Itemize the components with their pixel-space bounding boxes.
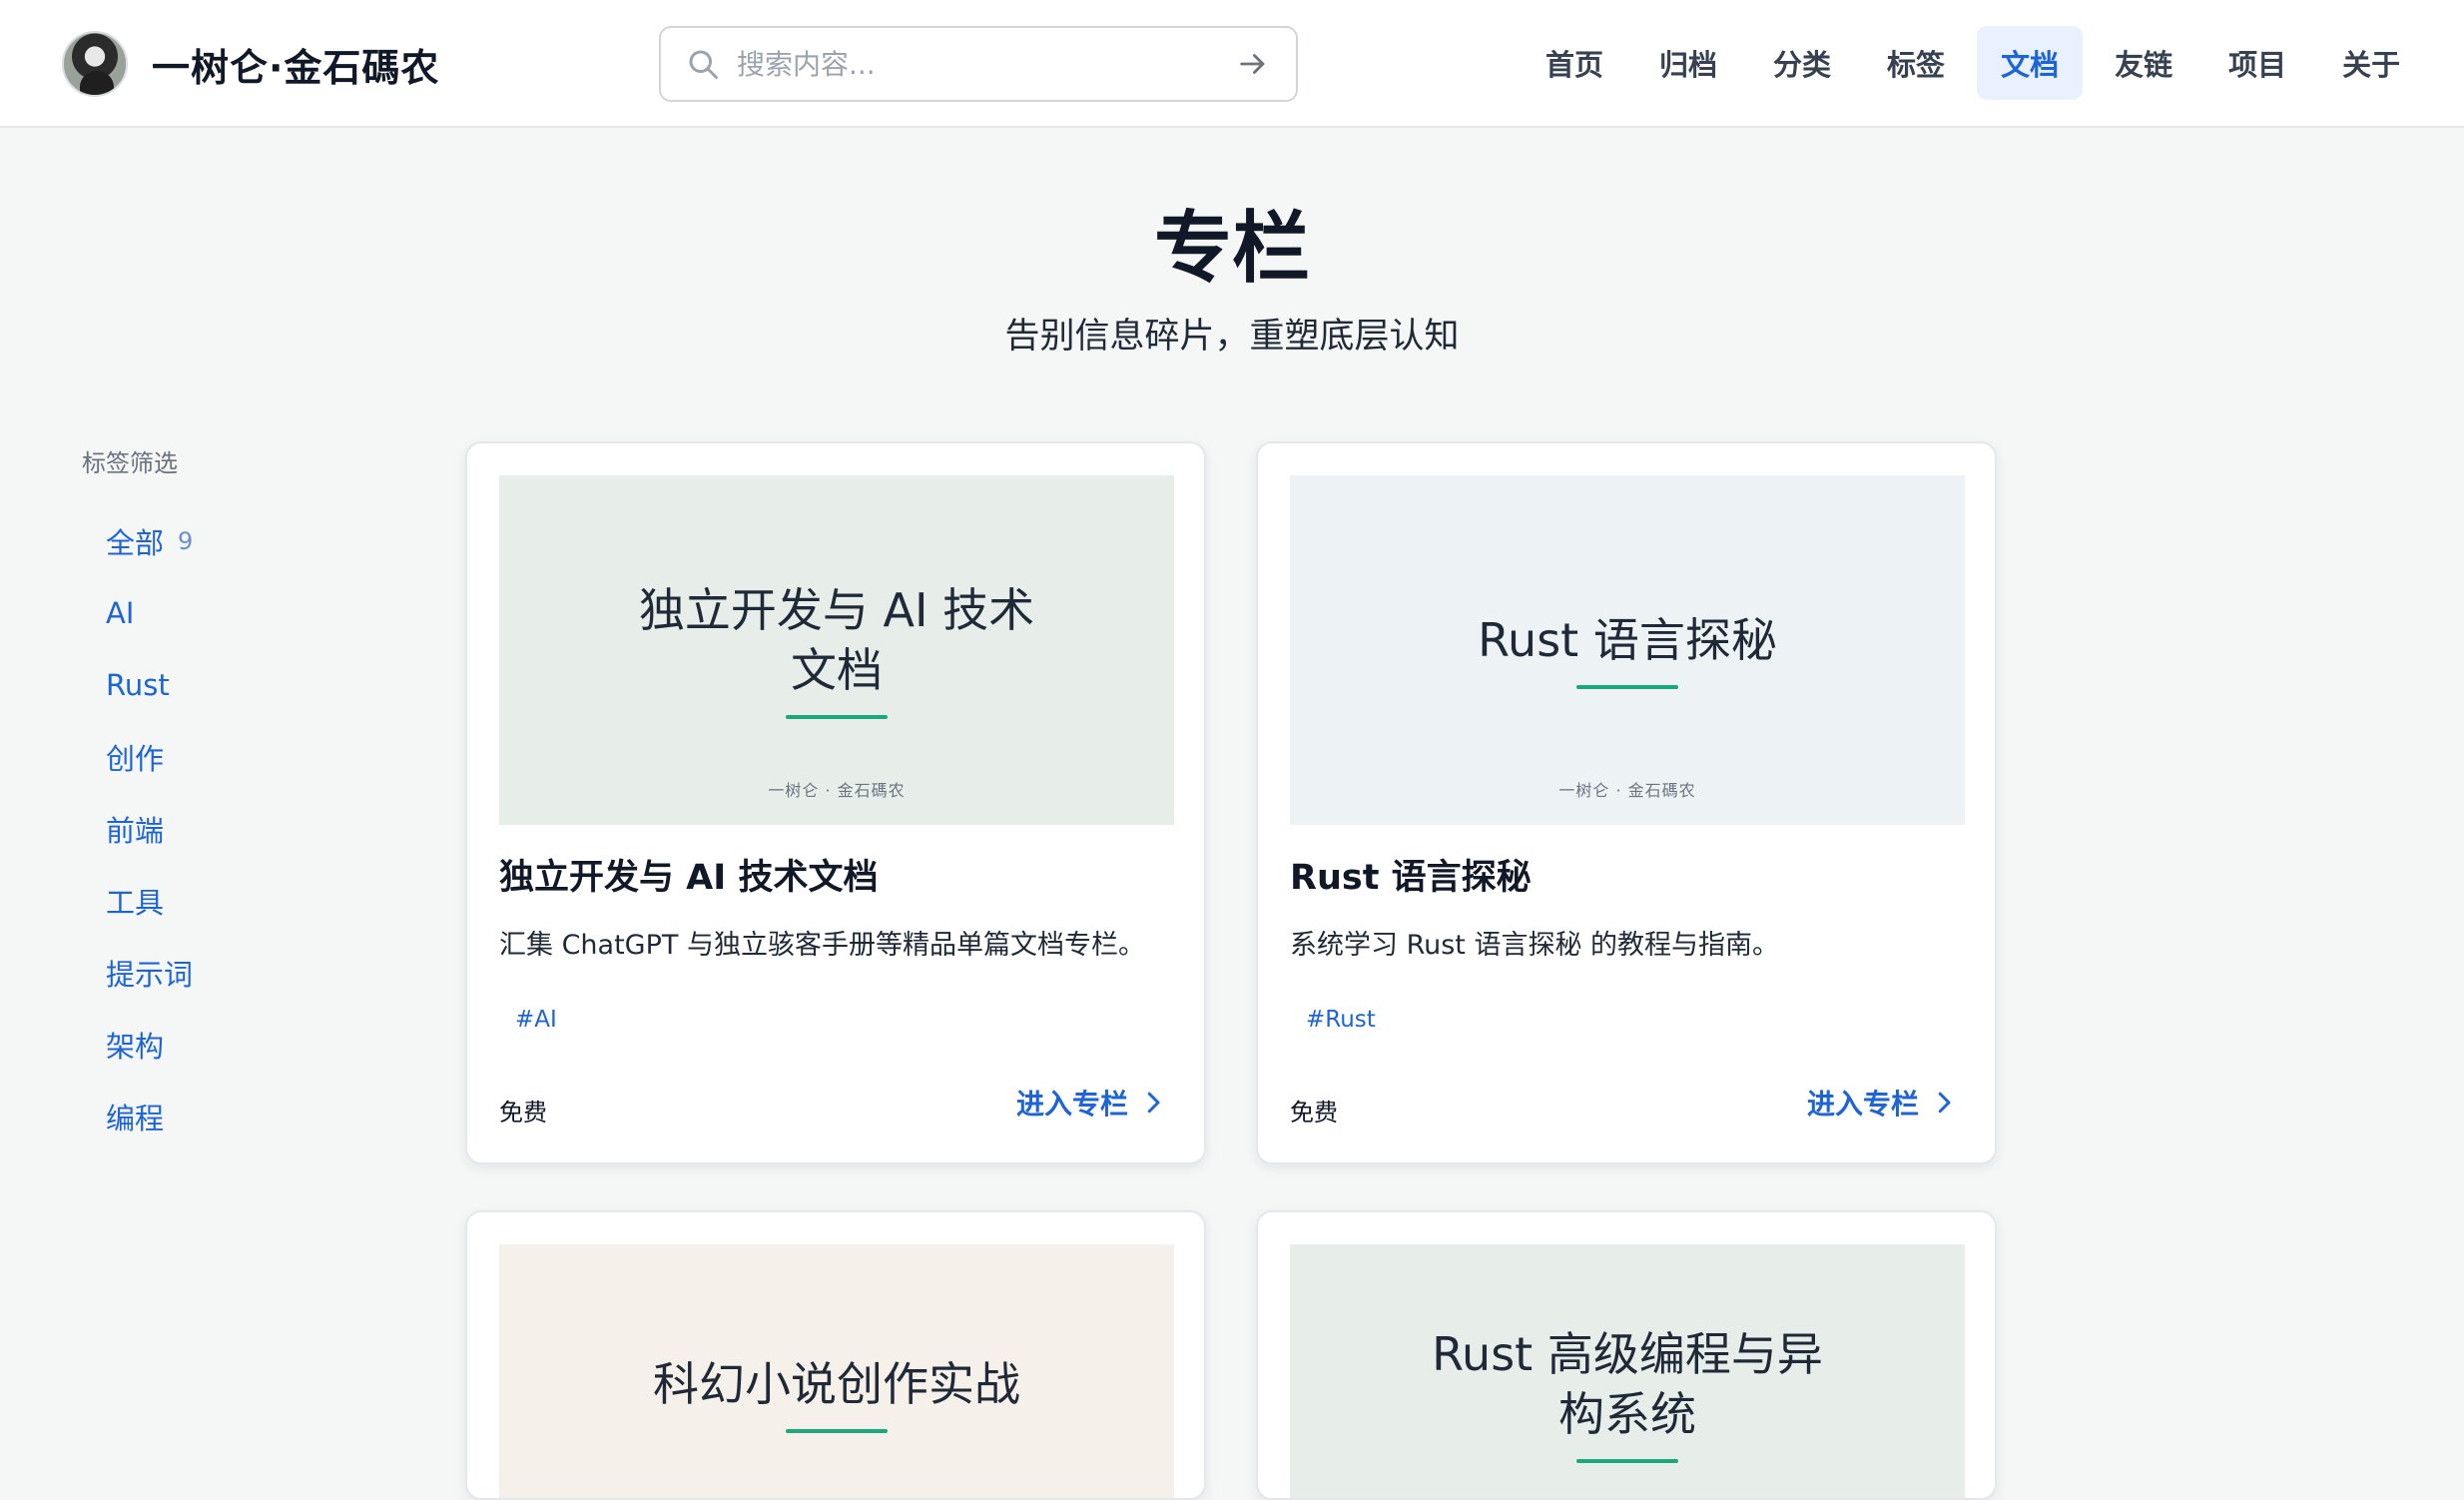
column-card[interactable]: Rust 高级编程与异构系统 (1256, 1210, 1997, 1500)
filter-creation[interactable]: 创作 (106, 721, 193, 793)
card-cover[interactable]: Rust 高级编程与异构系统 (1290, 1244, 1965, 1498)
search-box[interactable] (659, 26, 1298, 102)
card-cover[interactable]: 独立开发与 AI 技术文档 一树仑 · 金石碼农 (499, 475, 1174, 825)
site-name[interactable]: 一树仑·金石碼农 (152, 37, 439, 92)
chevron-right-icon (1938, 1092, 1951, 1114)
tag-filter-heading: 标签筛选 (82, 449, 178, 477)
card-title[interactable]: 独立开发与 AI 技术文档 (499, 849, 878, 900)
nav-tags[interactable]: 标签 (1863, 26, 1969, 100)
cover-title: Rust 语言探秘 (1478, 613, 1777, 668)
filter-tools[interactable]: 工具 (106, 865, 193, 937)
nav-categories[interactable]: 分类 (1749, 26, 1855, 100)
nav-archive[interactable]: 归档 (1635, 26, 1741, 100)
card-cover[interactable]: Rust 语言探秘 一树仑 · 金石碼农 (1290, 475, 1965, 825)
cover-author: 一树仑 · 金石碼农 (768, 781, 906, 800)
cover-title: 科幻小说创作实战 (653, 1357, 1020, 1412)
cover-underline (1576, 684, 1678, 689)
card-description: 系统学习 Rust 语言探秘 的教程与指南。 (1290, 930, 1780, 961)
nav-docs[interactable]: 文档 (1977, 26, 2084, 100)
card-tag[interactable]: #AI (499, 991, 573, 1049)
page-title: 专栏 (1153, 204, 1310, 294)
cover-underline (1576, 1458, 1678, 1463)
filter-label: 全部 (106, 526, 165, 560)
filter-count: 9 (178, 527, 194, 555)
cover-title: 独立开发与 AI 技术文档 (638, 583, 1035, 697)
search-icon (689, 50, 718, 79)
card-price: 免费 (499, 1099, 547, 1126)
cover-underline (786, 714, 888, 719)
nav-about[interactable]: 关于 (2318, 26, 2424, 100)
filter-rust[interactable]: Rust (106, 649, 193, 721)
filter-programming[interactable]: 编程 (106, 1081, 193, 1152)
cover-underline (786, 1428, 888, 1433)
card-cover[interactable]: 科幻小说创作实战 (499, 1244, 1174, 1498)
arrow-right-icon[interactable] (1236, 47, 1270, 81)
nav-friends[interactable]: 友链 (2091, 26, 2196, 100)
card-price: 免费 (1290, 1099, 1338, 1126)
column-card[interactable]: Rust 语言探秘 一树仑 · 金石碼农 Rust 语言探秘 系统学习 Rust… (1256, 441, 1997, 1164)
card-description: 汇集 ChatGPT 与独立骇客手册等精品单篇文档专栏。 (499, 930, 1145, 961)
enter-column-link[interactable]: 进入专栏 (1807, 1083, 1959, 1123)
filter-frontend[interactable]: 前端 (106, 793, 193, 865)
column-card[interactable]: 科幻小说创作实战 (465, 1210, 1206, 1500)
chevron-right-icon (1147, 1092, 1160, 1114)
enter-column-link[interactable]: 进入专栏 (1016, 1083, 1168, 1123)
card-title[interactable]: Rust 语言探秘 (1290, 849, 1532, 900)
top-navbar: 一树仑·金石碼农 首页 归档 分类 标签 文档 友链 项目 关于 (0, 0, 2464, 128)
avatar[interactable] (62, 31, 128, 97)
cover-author: 一树仑 · 金石碼农 (1558, 781, 1696, 800)
page-subtitle: 告别信息碎片，重塑底层认知 (1004, 317, 1460, 357)
filter-all[interactable]: 全部 9 (106, 505, 193, 577)
nav-home[interactable]: 首页 (1522, 26, 1627, 100)
cover-title: Rust 高级编程与异构系统 (1432, 1327, 1823, 1441)
enter-column-label: 进入专栏 (1015, 1088, 1128, 1121)
nav-projects[interactable]: 项目 (2204, 26, 2310, 100)
main-nav: 首页 归档 分类 标签 文档 友链 项目 关于 (1522, 26, 2424, 100)
filter-architecture[interactable]: 架构 (106, 1009, 193, 1081)
search-input[interactable] (737, 34, 1236, 94)
site-brand[interactable]: 一树仑·金石碼农 (62, 30, 439, 98)
filter-prompts[interactable]: 提示词 (106, 937, 193, 1009)
column-card[interactable]: 独立开发与 AI 技术文档 一树仑 · 金石碼农 独立开发与 AI 技术文档 汇… (465, 441, 1206, 1164)
card-tag[interactable]: #Rust (1290, 991, 1392, 1049)
tag-filter-list: 全部 9 AI Rust 创作 前端 工具 提示词 架构 编程 (106, 505, 193, 1152)
filter-ai[interactable]: AI (106, 577, 193, 649)
enter-column-label: 进入专栏 (1806, 1088, 1919, 1121)
